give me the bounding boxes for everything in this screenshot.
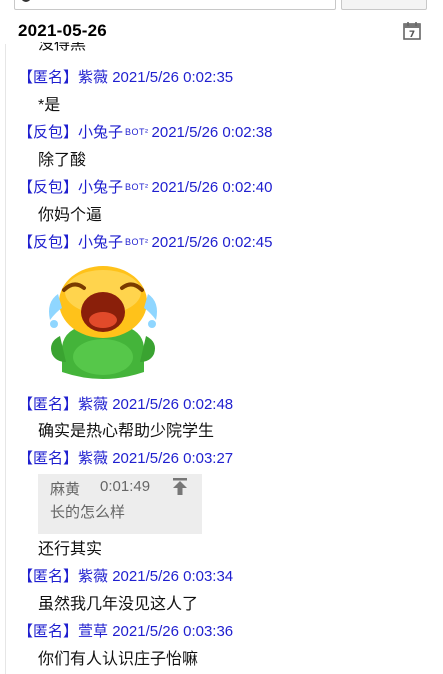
bot-badge: BOT²: [125, 127, 149, 137]
message-time: 2021/5/26 0:03:36: [112, 623, 234, 640]
message-time: 2021/5/26 0:03:27: [112, 450, 234, 467]
svg-text:7: 7: [409, 30, 415, 40]
message-header: 【反包】小兔子 BOT² 2021/5/26 0:02:38: [18, 122, 272, 144]
message-header: 【反包】小兔子 BOT² 2021/5/26 0:02:45: [18, 232, 272, 254]
date-label: 2021-05-26: [18, 21, 107, 40]
message-tag: 【匿名】: [18, 450, 79, 467]
message-time: 2021/5/26 0:02:40: [151, 179, 273, 196]
message-tag: 【匿名】: [18, 568, 79, 585]
calendar-icon[interactable]: 7: [403, 21, 421, 40]
sender-name[interactable]: 紫薇: [78, 450, 108, 467]
quote-text: 长的怎么样: [50, 504, 126, 521]
sender-name[interactable]: 小兔子: [78, 179, 123, 196]
message-time: 2021/5/26 0:02:45: [151, 234, 273, 251]
message-tag: 【匿名】: [18, 69, 79, 86]
message-header: 【匿名】紫薇 2021/5/26 0:02:48: [18, 394, 233, 416]
message-time: 2021/5/26 0:02:35: [112, 69, 234, 86]
message-tag: 【匿名】: [18, 396, 79, 413]
sender-name[interactable]: 萱草: [78, 623, 108, 640]
message-time: 2021/5/26 0:02:38: [151, 124, 273, 141]
message-time: 2021/5/26 0:02:48: [112, 396, 234, 413]
quote-author: 麻黄: [50, 481, 81, 498]
message-text: 虽然我几年没见这人了: [38, 596, 199, 613]
quote-time: 0:01:49: [100, 478, 151, 495]
message-text: 你们有人认识庄子怡嘛: [38, 651, 199, 668]
message-tag: 【反包】: [18, 179, 79, 196]
sender-name[interactable]: 小兔子: [78, 124, 123, 141]
sender-name[interactable]: 紫薇: [78, 396, 108, 413]
message-text: 你妈个逼: [38, 207, 103, 224]
top-toolbar: [0, 0, 443, 10]
message-tag: 【反包】: [18, 124, 79, 141]
date-header: 2021-05-26 7: [0, 18, 443, 44]
bot-badge: BOT²: [125, 237, 149, 247]
crying-sticker[interactable]: [40, 262, 166, 386]
message-time: 2021/5/26 0:03:34: [112, 568, 234, 585]
divider: [5, 44, 6, 674]
jump-to-top-icon[interactable]: [171, 477, 189, 496]
message-tag: 【反包】: [18, 234, 79, 251]
quoted-reply[interactable]: 麻黄 0:01:49 长的怎么样: [38, 474, 202, 534]
sender-name[interactable]: 紫薇: [78, 69, 108, 86]
bot-badge: BOT²: [125, 182, 149, 192]
sender-name[interactable]: 紫薇: [78, 568, 108, 585]
message-header: 【匿名】紫薇 2021/5/26 0:03:27: [18, 448, 233, 470]
message-text: 确实是热心帮助少院学生: [38, 423, 215, 440]
message-text: 除了酸: [38, 152, 87, 169]
search-input[interactable]: [14, 0, 336, 10]
message-text: *是: [38, 97, 61, 114]
search-button[interactable]: [341, 0, 427, 10]
message-text: 还行其实: [38, 541, 103, 558]
sender-name[interactable]: 小兔子: [78, 234, 123, 251]
message-header: 【匿名】紫薇 2021/5/26 0:03:34: [18, 566, 233, 588]
message-text: 没得黑: [38, 42, 87, 53]
message-header: 【匿名】紫薇 2021/5/26 0:02:35: [18, 67, 233, 89]
search-icon: [21, 0, 31, 2]
message-tag: 【匿名】: [18, 623, 79, 640]
message-header: 【反包】小兔子 BOT² 2021/5/26 0:02:40: [18, 177, 272, 199]
message-header: 【匿名】萱草 2021/5/26 0:03:36: [18, 621, 233, 643]
